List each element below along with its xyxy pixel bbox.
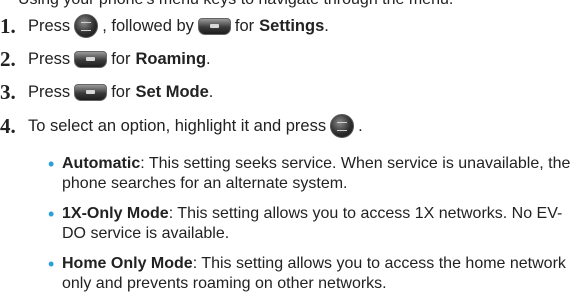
step-text: Press for Set Mode.: [28, 82, 214, 101]
step-number: 3.: [0, 79, 16, 104]
5-key-icon: [74, 50, 108, 68]
option-term: Home Only Mode: [62, 255, 193, 272]
step-text: Press , followed by for Settings.: [28, 14, 329, 38]
step-number: 1.: [0, 13, 16, 38]
cropped-intro-line: Using your phone's menu keys to navigate…: [18, 0, 453, 9]
step-number: 4.: [0, 113, 16, 138]
bullet-icon: •: [48, 204, 55, 224]
option-1x-only-mode: • 1X-Only Mode: This setting allows you …: [48, 204, 578, 244]
option-term: 1X-Only Mode: [62, 205, 169, 222]
step-4: 4. To select an option, highlight it and…: [0, 112, 363, 140]
settings-label: Settings: [259, 16, 325, 35]
step-3: 3. Press for Set Mode.: [0, 78, 213, 106]
option-list: • Automatic: This setting seeks service.…: [48, 154, 578, 304]
step-2: 2. Press for Roaming.: [0, 45, 211, 73]
step-1: 1. Press , followed by for Settings.: [0, 12, 329, 40]
bullet-icon: •: [48, 254, 55, 274]
option-home-only-mode: • Home Only Mode: This setting allows yo…: [48, 254, 578, 294]
step-text: Press for Roaming.: [28, 49, 211, 68]
option-automatic: • Automatic: This setting seeks service.…: [48, 154, 578, 194]
settings-9-key-icon: [197, 17, 231, 35]
step-number: 2.: [0, 46, 16, 71]
menu-ok-key-icon: [74, 14, 99, 38]
set-mode-label: Set Mode: [135, 82, 209, 101]
bullet-icon: •: [48, 154, 55, 174]
roaming-label: Roaming: [135, 49, 207, 68]
step-text: To select an option, highlight it and pr…: [28, 114, 363, 138]
1-key-icon: [74, 83, 108, 101]
menu-ok-key-icon: [330, 114, 355, 138]
option-term: Automatic: [62, 155, 141, 172]
